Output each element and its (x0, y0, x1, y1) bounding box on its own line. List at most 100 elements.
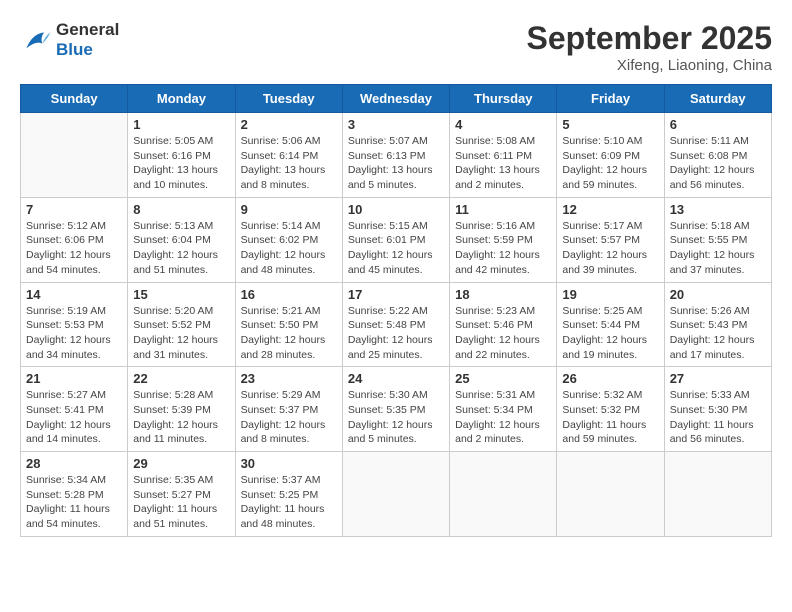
calendar-week-row: 21 Sunrise: 5:27 AM Sunset: 5:41 PM Dayli… (21, 367, 772, 452)
location-subtitle: Xifeng, Liaoning, China (527, 57, 772, 74)
day-info: Sunrise: 5:06 AM Sunset: 6:14 PM Dayligh… (241, 134, 337, 193)
calendar-cell: 8 Sunrise: 5:13 AM Sunset: 6:04 PM Daylig… (128, 197, 235, 282)
day-info: Sunrise: 5:22 AM Sunset: 5:48 PM Dayligh… (348, 304, 444, 363)
day-info: Sunrise: 5:23 AM Sunset: 5:46 PM Dayligh… (455, 304, 551, 363)
calendar-week-row: 7 Sunrise: 5:12 AM Sunset: 6:06 PM Daylig… (21, 197, 772, 282)
calendar-week-row: 1 Sunrise: 5:05 AM Sunset: 6:16 PM Daylig… (21, 113, 772, 198)
day-number: 7 (26, 202, 122, 217)
day-info: Sunrise: 5:34 AM Sunset: 5:28 PM Dayligh… (26, 473, 122, 532)
day-info: Sunrise: 5:17 AM Sunset: 5:57 PM Dayligh… (562, 219, 658, 278)
calendar-cell (557, 452, 664, 537)
day-number: 15 (133, 287, 229, 302)
day-info: Sunrise: 5:30 AM Sunset: 5:35 PM Dayligh… (348, 388, 444, 447)
column-header-friday: Friday (557, 85, 664, 113)
calendar-cell: 29 Sunrise: 5:35 AM Sunset: 5:27 PM Dayli… (128, 452, 235, 537)
day-info: Sunrise: 5:13 AM Sunset: 6:04 PM Dayligh… (133, 219, 229, 278)
day-number: 21 (26, 371, 122, 386)
day-number: 29 (133, 456, 229, 471)
day-info: Sunrise: 5:31 AM Sunset: 5:34 PM Dayligh… (455, 388, 551, 447)
calendar-week-row: 14Sunrise: 5:19 AM Sunset: 5:53 PM Dayli… (21, 282, 772, 367)
day-info: Sunrise: 5:19 AM Sunset: 5:53 PM Dayligh… (26, 304, 122, 363)
day-number: 1 (133, 117, 229, 132)
day-info: Sunrise: 5:35 AM Sunset: 5:27 PM Dayligh… (133, 473, 229, 532)
day-info: Sunrise: 5:26 AM Sunset: 5:43 PM Dayligh… (670, 304, 766, 363)
day-info: Sunrise: 5:37 AM Sunset: 5:25 PM Dayligh… (241, 473, 337, 532)
calendar-cell: 25Sunrise: 5:31 AM Sunset: 5:34 PM Dayli… (450, 367, 557, 452)
calendar-cell: 26 Sunrise: 5:32 AM Sunset: 5:32 PM Dayli… (557, 367, 664, 452)
calendar-cell: 3 Sunrise: 5:07 AM Sunset: 6:13 PM Daylig… (342, 113, 449, 198)
day-info: Sunrise: 5:20 AM Sunset: 5:52 PM Dayligh… (133, 304, 229, 363)
calendar-cell: 17 Sunrise: 5:22 AM Sunset: 5:48 PM Dayli… (342, 282, 449, 367)
day-number: 13 (670, 202, 766, 217)
calendar-cell: 2 Sunrise: 5:06 AM Sunset: 6:14 PM Daylig… (235, 113, 342, 198)
day-number: 19 (562, 287, 658, 302)
day-info: Sunrise: 5:25 AM Sunset: 5:44 PM Dayligh… (562, 304, 658, 363)
calendar-cell: 13 Sunrise: 5:18 AM Sunset: 5:55 PM Dayli… (664, 197, 771, 282)
month-title: September 2025 (527, 20, 772, 57)
calendar-cell: 14Sunrise: 5:19 AM Sunset: 5:53 PM Dayli… (21, 282, 128, 367)
calendar-cell: 23Sunrise: 5:29 AM Sunset: 5:37 PM Dayli… (235, 367, 342, 452)
column-header-wednesday: Wednesday (342, 85, 449, 113)
day-number: 27 (670, 371, 766, 386)
calendar-cell (450, 452, 557, 537)
day-info: Sunrise: 5:16 AM Sunset: 5:59 PM Dayligh… (455, 219, 551, 278)
calendar-cell: 27 Sunrise: 5:33 AM Sunset: 5:30 PM Dayli… (664, 367, 771, 452)
column-header-sunday: Sunday (21, 85, 128, 113)
calendar-cell: 11 Sunrise: 5:16 AM Sunset: 5:59 PM Dayli… (450, 197, 557, 282)
day-number: 8 (133, 202, 229, 217)
calendar-cell: 6Sunrise: 5:11 AM Sunset: 6:08 PM Daylig… (664, 113, 771, 198)
day-info: Sunrise: 5:15 AM Sunset: 6:01 PM Dayligh… (348, 219, 444, 278)
calendar-cell: 9 Sunrise: 5:14 AM Sunset: 6:02 PM Daylig… (235, 197, 342, 282)
day-info: Sunrise: 5:12 AM Sunset: 6:06 PM Dayligh… (26, 219, 122, 278)
day-number: 20 (670, 287, 766, 302)
calendar-cell (664, 452, 771, 537)
logo-text: General Blue (56, 20, 119, 60)
day-number: 4 (455, 117, 551, 132)
day-info: Sunrise: 5:05 AM Sunset: 6:16 PM Dayligh… (133, 134, 229, 193)
calendar-cell (342, 452, 449, 537)
calendar-header-row: SundayMondayTuesdayWednesdayThursdayFrid… (21, 85, 772, 113)
day-number: 24 (348, 371, 444, 386)
calendar-cell: 20 Sunrise: 5:26 AM Sunset: 5:43 PM Dayli… (664, 282, 771, 367)
calendar-cell (21, 113, 128, 198)
column-header-tuesday: Tuesday (235, 85, 342, 113)
calendar-cell: 5 Sunrise: 5:10 AM Sunset: 6:09 PM Daylig… (557, 113, 664, 198)
day-info: Sunrise: 5:10 AM Sunset: 6:09 PM Dayligh… (562, 134, 658, 193)
day-info: Sunrise: 5:07 AM Sunset: 6:13 PM Dayligh… (348, 134, 444, 193)
day-number: 2 (241, 117, 337, 132)
day-info: Sunrise: 5:27 AM Sunset: 5:41 PM Dayligh… (26, 388, 122, 447)
day-number: 22 (133, 371, 229, 386)
calendar-cell: 22Sunrise: 5:28 AM Sunset: 5:39 PM Dayli… (128, 367, 235, 452)
calendar-cell: 30 Sunrise: 5:37 AM Sunset: 5:25 PM Dayli… (235, 452, 342, 537)
day-number: 17 (348, 287, 444, 302)
day-info: Sunrise: 5:14 AM Sunset: 6:02 PM Dayligh… (241, 219, 337, 278)
calendar-cell: 15 Sunrise: 5:20 AM Sunset: 5:52 PM Dayli… (128, 282, 235, 367)
calendar-cell: 7 Sunrise: 5:12 AM Sunset: 6:06 PM Daylig… (21, 197, 128, 282)
day-info: Sunrise: 5:11 AM Sunset: 6:08 PM Dayligh… (670, 134, 766, 193)
column-header-monday: Monday (128, 85, 235, 113)
day-number: 5 (562, 117, 658, 132)
day-number: 11 (455, 202, 551, 217)
logo: General Blue (20, 20, 119, 60)
column-header-thursday: Thursday (450, 85, 557, 113)
day-number: 3 (348, 117, 444, 132)
day-info: Sunrise: 5:08 AM Sunset: 6:11 PM Dayligh… (455, 134, 551, 193)
calendar-cell: 12Sunrise: 5:17 AM Sunset: 5:57 PM Dayli… (557, 197, 664, 282)
title-section: September 2025 Xifeng, Liaoning, China (527, 20, 772, 74)
day-number: 26 (562, 371, 658, 386)
day-info: Sunrise: 5:33 AM Sunset: 5:30 PM Dayligh… (670, 388, 766, 447)
calendar-week-row: 28Sunrise: 5:34 AM Sunset: 5:28 PM Dayli… (21, 452, 772, 537)
day-info: Sunrise: 5:32 AM Sunset: 5:32 PM Dayligh… (562, 388, 658, 447)
page-header: General Blue September 2025 Xifeng, Liao… (20, 20, 772, 74)
calendar-cell: 10Sunrise: 5:15 AM Sunset: 6:01 PM Dayli… (342, 197, 449, 282)
calendar-cell: 24 Sunrise: 5:30 AM Sunset: 5:35 PM Dayli… (342, 367, 449, 452)
day-number: 9 (241, 202, 337, 217)
day-info: Sunrise: 5:18 AM Sunset: 5:55 PM Dayligh… (670, 219, 766, 278)
calendar-cell: 19 Sunrise: 5:25 AM Sunset: 5:44 PM Dayli… (557, 282, 664, 367)
calendar-table: SundayMondayTuesdayWednesdayThursdayFrid… (20, 84, 772, 537)
column-header-saturday: Saturday (664, 85, 771, 113)
calendar-cell: 16Sunrise: 5:21 AM Sunset: 5:50 PM Dayli… (235, 282, 342, 367)
day-number: 30 (241, 456, 337, 471)
calendar-cell: 21 Sunrise: 5:27 AM Sunset: 5:41 PM Dayli… (21, 367, 128, 452)
logo-icon (20, 26, 52, 54)
